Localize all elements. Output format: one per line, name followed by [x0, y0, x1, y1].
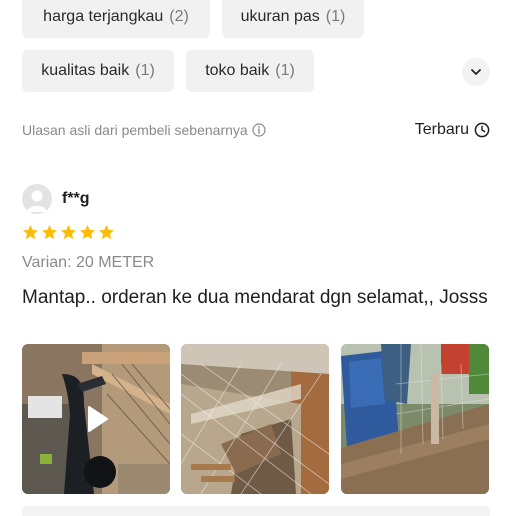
- star-icon: [99, 225, 114, 240]
- tag-label: toko baik: [205, 62, 270, 79]
- reviewer-username: f**g: [62, 190, 90, 207]
- star-icon: [80, 225, 95, 240]
- star-rating: [22, 224, 115, 241]
- tag-label: harga terjangkau: [43, 8, 164, 25]
- sort-label: Terbaru: [414, 121, 469, 138]
- chevron-down-icon: [471, 69, 481, 75]
- product-variant: Varian: 20 METER: [22, 254, 155, 271]
- star-icon: [23, 225, 38, 240]
- review-photo-thumbnail[interactable]: [181, 344, 329, 494]
- tag-label: kualitas baik: [41, 62, 130, 79]
- review-video-thumbnail[interactable]: [22, 344, 170, 494]
- tag-label: ukuran pas: [240, 8, 320, 25]
- info-icon[interactable]: [252, 123, 266, 137]
- tag-chip-toko-baik[interactable]: toko baik (1): [186, 50, 314, 92]
- review-text: Mantap.. orderan ke dua mendarat dgn sel…: [22, 287, 488, 308]
- next-section-edge: [22, 506, 490, 516]
- sort-button[interactable]: Terbaru: [415, 121, 490, 139]
- expand-tags-button[interactable]: [462, 58, 490, 86]
- default-avatar-icon: [27, 190, 47, 212]
- authentic-review-text: Ulasan asli dari pembeli sebenarnya: [22, 122, 248, 138]
- photo-image: [181, 344, 329, 494]
- photo-image: [341, 344, 489, 494]
- tag-count: (1): [275, 62, 295, 79]
- tag-chip-harga-terjangkau[interactable]: harga terjangkau (2): [22, 0, 210, 38]
- tag-count: (2): [169, 8, 189, 25]
- tag-chip-ukuran-pas[interactable]: ukuran pas (1): [222, 0, 364, 38]
- clock-icon: [474, 122, 490, 138]
- star-icon: [61, 225, 76, 240]
- avatar: [22, 184, 52, 214]
- tag-chip-kualitas-baik[interactable]: kualitas baik (1): [22, 50, 174, 92]
- play-icon: [88, 406, 108, 432]
- tag-count: (1): [135, 62, 155, 79]
- tag-count: (1): [325, 8, 346, 25]
- authentic-review-note: Ulasan asli dari pembeli sebenarnya: [22, 122, 266, 138]
- star-icon: [42, 225, 57, 240]
- review-photo-thumbnail[interactable]: [341, 344, 489, 494]
